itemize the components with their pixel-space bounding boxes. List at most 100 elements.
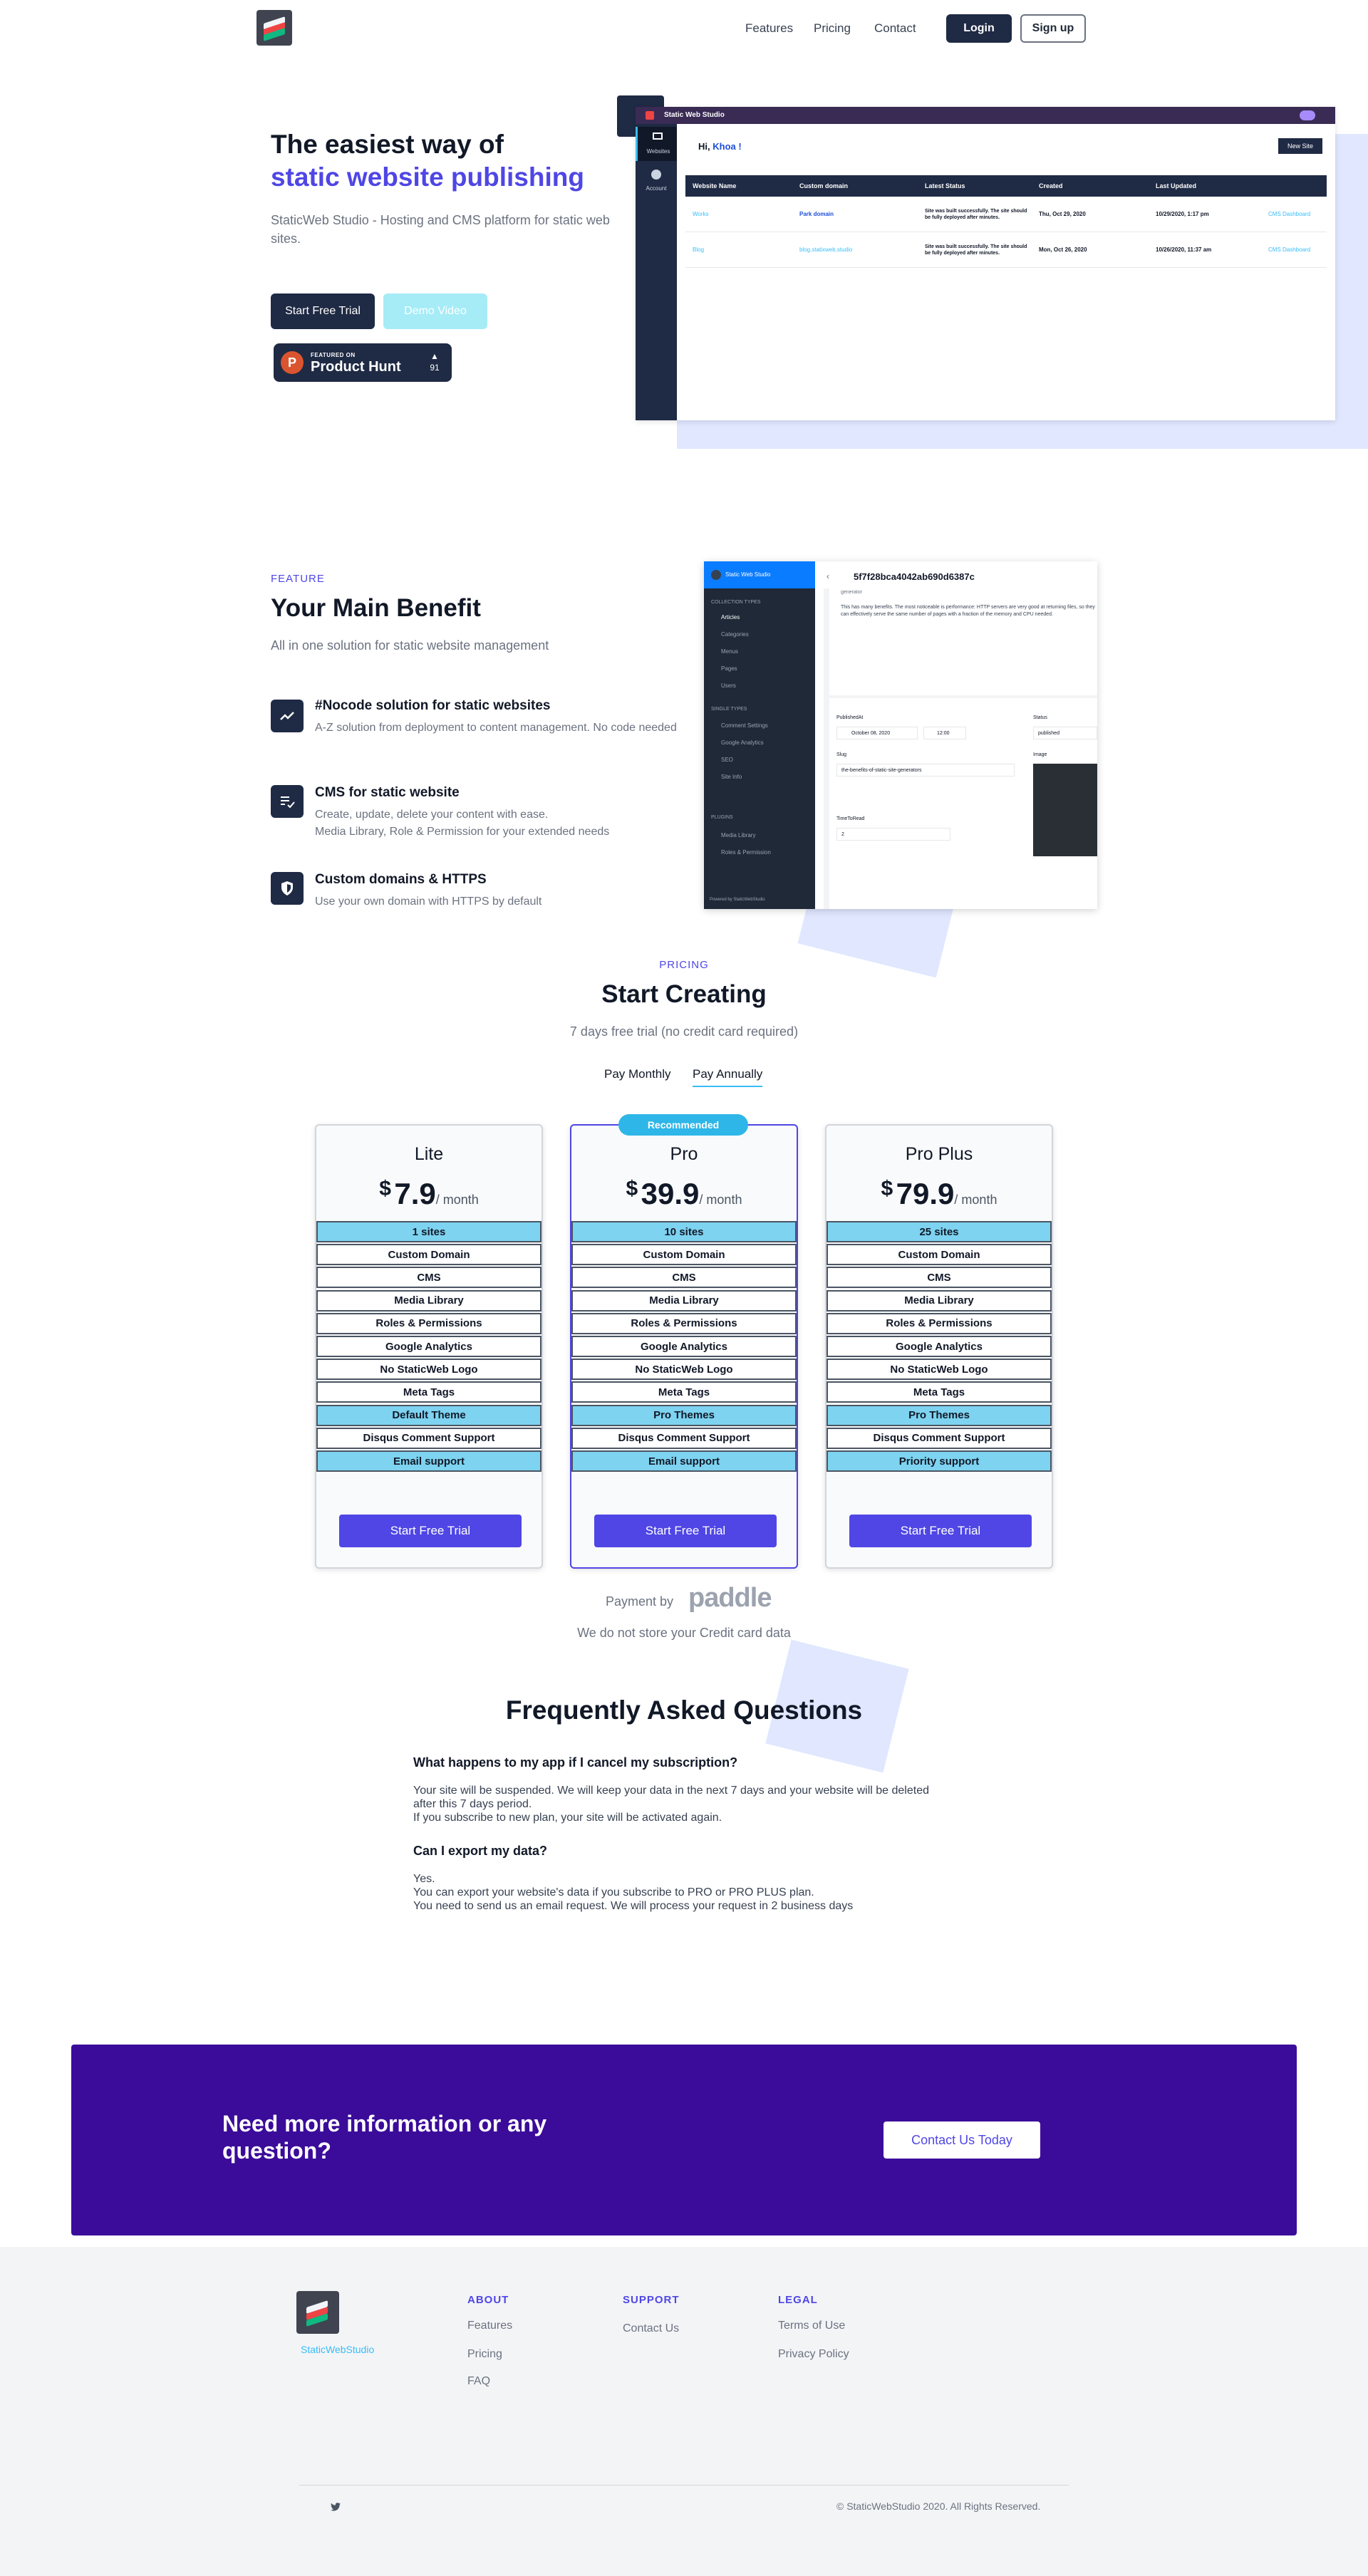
footer-link-terms[interactable]: Terms of Use bbox=[778, 2320, 845, 2332]
logo[interactable] bbox=[256, 10, 292, 46]
footer-brand: StaticWebStudio bbox=[301, 2344, 375, 2355]
cms-text-box: generator This has many benefits. The mo… bbox=[829, 588, 1097, 695]
start-free-trial-button[interactable]: Start Free Trial bbox=[271, 294, 375, 329]
nav-contact-link[interactable]: Contact bbox=[874, 21, 916, 36]
sidebar-item-websites: Websites bbox=[636, 127, 677, 161]
row-status: Site was built successfully. The site sh… bbox=[925, 244, 1027, 256]
plan-start-trial-button[interactable]: Start Free Trial bbox=[594, 1515, 777, 1547]
cms-label: PublishedAt bbox=[836, 715, 864, 720]
hero-title-line2: static website publishing bbox=[271, 162, 584, 192]
table-row: Works Park domain Site was built success… bbox=[685, 197, 1327, 232]
recommended-badge: Recommended bbox=[618, 1114, 748, 1136]
plan-feature-row: No StaticWeb Logo bbox=[826, 1359, 1052, 1381]
plan-feature-row: Pro Themes bbox=[571, 1404, 797, 1426]
cms-time-to-read-input: 2 bbox=[836, 828, 950, 841]
cms-nav-item: Users bbox=[721, 682, 736, 689]
upvote-icon: ▲ bbox=[430, 351, 439, 361]
plan-feature-row: 1 sites bbox=[316, 1221, 542, 1242]
footer-link-privacy[interactable]: Privacy Policy bbox=[778, 2348, 849, 2361]
row-name: Works bbox=[693, 211, 709, 217]
cms-single-types: SINGLE TYPES bbox=[711, 707, 747, 712]
product-hunt-badge[interactable]: P FEATURED ON Product Hunt ▲ 91 bbox=[274, 343, 452, 382]
footer: StaticWebStudio ABOUT Features Pricing F… bbox=[0, 2247, 1368, 2576]
cms-fields: PublishedAt October 08, 2020 12:00 Statu… bbox=[829, 698, 1097, 909]
pricing-card: Lite $ 7.9/ month 1 sites Custom Domain CMS M… bbox=[315, 1124, 543, 1569]
user-avatar bbox=[1300, 110, 1315, 120]
row-cms-link: CMS Dashboard bbox=[1268, 246, 1311, 253]
pricing-card: Pro Plus $ 79.9/ month 25 sites Custom Doma… bbox=[825, 1124, 1053, 1569]
footer-logo[interactable] bbox=[296, 2291, 339, 2334]
plan-feature-row: 25 sites bbox=[826, 1221, 1052, 1242]
cms-label: TimeToRead bbox=[836, 816, 865, 821]
plan-feature-row: Custom Domain bbox=[316, 1244, 542, 1266]
pricing-subtitle: 7 days free trial (no credit card requir… bbox=[569, 1024, 799, 1039]
footer-link-contact[interactable]: Contact Us bbox=[623, 2322, 679, 2335]
col-website-name: Website Name bbox=[693, 182, 737, 189]
pricing-title: Start Creating bbox=[601, 980, 767, 1008]
nav-features-link[interactable]: Features bbox=[745, 21, 793, 36]
cms-nav-item: Pages bbox=[721, 665, 737, 672]
contact-us-button[interactable]: Contact Us Today bbox=[884, 2121, 1040, 2159]
greeting-text: Hi, bbox=[698, 141, 710, 152]
demo-video-button[interactable]: Demo Video bbox=[383, 294, 487, 329]
shield-icon bbox=[271, 872, 304, 905]
footer-divider bbox=[299, 2485, 1069, 2486]
payment-by-label: Payment by bbox=[606, 1594, 674, 1609]
row-status: Site was built successfully. The site sh… bbox=[925, 209, 1027, 220]
hero-title-line1: The easiest way of bbox=[271, 130, 504, 159]
plan-feature-row: 10 sites bbox=[571, 1221, 797, 1242]
cms-nav-item: Google Analytics bbox=[721, 739, 764, 746]
plan-period: / month bbox=[699, 1193, 742, 1207]
plan-amount: 79.9 bbox=[896, 1177, 955, 1210]
toggle-pay-annually[interactable]: Pay Annually bbox=[693, 1067, 763, 1087]
plan-amount: 7.9 bbox=[394, 1177, 436, 1210]
list-check-icon bbox=[271, 785, 304, 818]
plan-start-trial-button[interactable]: Start Free Trial bbox=[339, 1515, 522, 1547]
faq-question: What happens to my app if I cancel my su… bbox=[413, 1755, 738, 1770]
footer-support-heading: SUPPORT bbox=[623, 2294, 680, 2306]
plan-feature-row: Pro Themes bbox=[826, 1404, 1052, 1426]
dashboard-sidebar: Websites Account bbox=[636, 124, 677, 420]
back-icon: ‹ bbox=[826, 571, 829, 581]
footer-link-features[interactable]: Features bbox=[467, 2320, 512, 2332]
plan-start-trial-button[interactable]: Start Free Trial bbox=[849, 1515, 1032, 1547]
cms-label: Image bbox=[1033, 752, 1047, 757]
plan-feature-row: CMS bbox=[571, 1267, 797, 1289]
plan-period: / month bbox=[954, 1193, 998, 1207]
plan-feature-row: Google Analytics bbox=[826, 1336, 1052, 1357]
plan-feature-row: CMS bbox=[316, 1267, 542, 1289]
new-site-button: New Site bbox=[1278, 138, 1322, 154]
col-latest-status: Latest Status bbox=[925, 182, 965, 189]
cms-body-text: This has many benefits. The most noticea… bbox=[841, 605, 1095, 617]
plan-feature-row: Media Library bbox=[316, 1289, 542, 1312]
login-button[interactable]: Login bbox=[946, 14, 1012, 43]
cms-label: Status bbox=[1033, 715, 1047, 720]
plan-feature-row: Disqus Comment Support bbox=[571, 1427, 797, 1449]
cms-nav-item: Articles bbox=[721, 614, 740, 620]
ph-vote-count: 91 bbox=[430, 363, 440, 373]
cms-sidebar: Static Web Studio COLLECTION TYPES Artic… bbox=[704, 561, 815, 909]
plan-feature-row: No StaticWeb Logo bbox=[571, 1359, 797, 1381]
toggle-pay-monthly[interactable]: Pay Monthly bbox=[604, 1067, 671, 1081]
feature-title: Your Main Benefit bbox=[271, 594, 481, 622]
row-updated: 10/29/2020, 1:17 pm bbox=[1156, 211, 1209, 217]
plan-currency: $ bbox=[626, 1177, 638, 1200]
nav-pricing-link[interactable]: Pricing bbox=[814, 21, 851, 36]
cms-nav-item: Roles & Permission bbox=[721, 849, 771, 856]
monitor-icon bbox=[653, 133, 663, 140]
table-row: Blog blog.statixweb.studio Site was buil… bbox=[685, 232, 1327, 268]
row-name: Blog bbox=[693, 246, 705, 253]
plan-feature-row: Email support bbox=[316, 1450, 542, 1472]
plan-feature-row: Meta Tags bbox=[571, 1381, 797, 1403]
plan-feature-row: Custom Domain bbox=[571, 1244, 797, 1266]
footer-link-pricing[interactable]: Pricing bbox=[467, 2348, 502, 2361]
footer-link-faq[interactable]: FAQ bbox=[467, 2375, 490, 2388]
signup-button[interactable]: Sign up bbox=[1020, 14, 1086, 43]
feature-subtitle: All in one solution for static website m… bbox=[271, 638, 549, 653]
cms-image-preview bbox=[1033, 764, 1097, 856]
twitter-icon[interactable] bbox=[331, 2502, 341, 2515]
row-updated: 10/26/2020, 11:37 am bbox=[1156, 246, 1212, 253]
plan-feature-row: Default Theme bbox=[316, 1404, 542, 1426]
row-cms-link: CMS Dashboard bbox=[1268, 211, 1311, 217]
plan-price: $ 7.9/ month bbox=[316, 1177, 542, 1211]
